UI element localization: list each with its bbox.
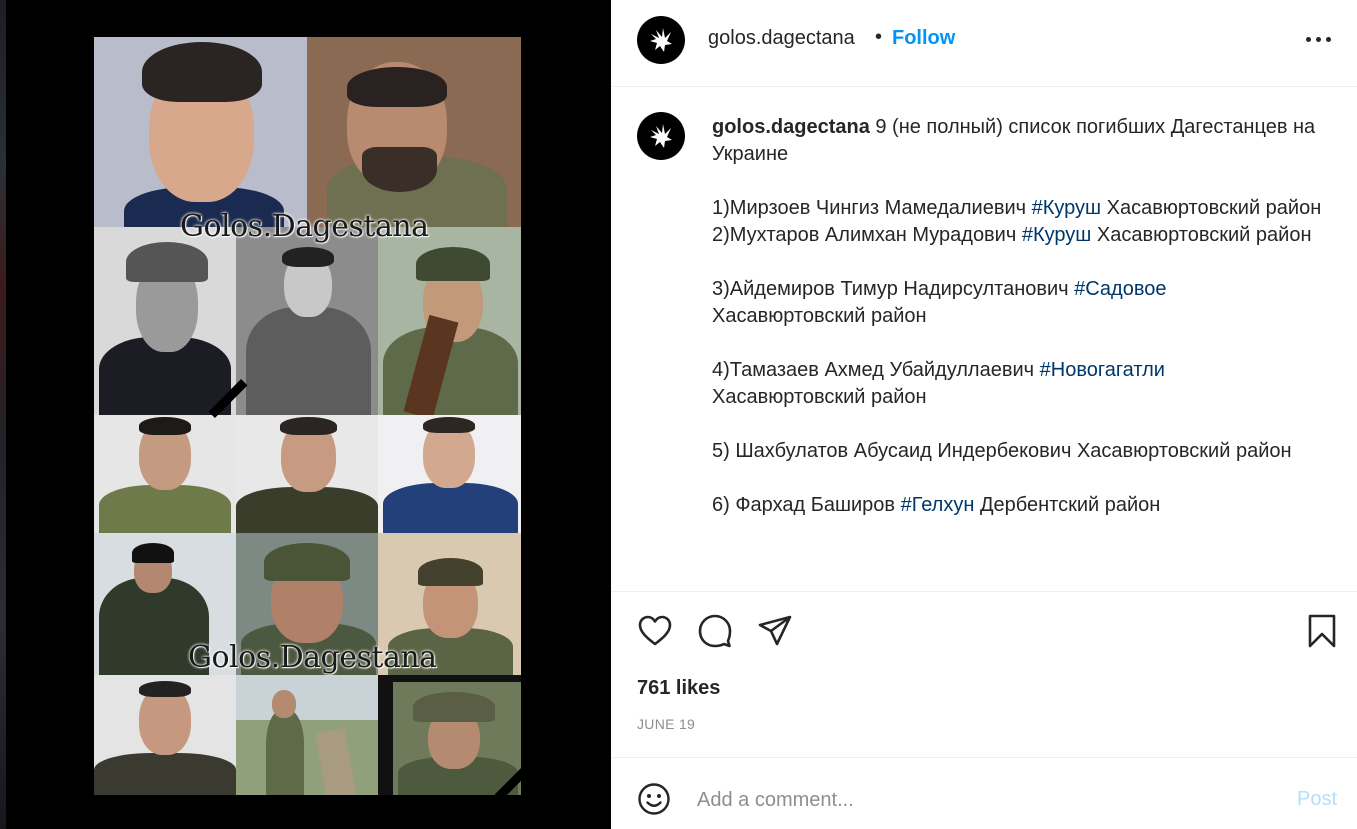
eagle-logo-icon bbox=[650, 124, 672, 148]
header-separator: • bbox=[875, 26, 883, 48]
hashtag-link[interactable]: #Куруш bbox=[1022, 224, 1092, 246]
heart-icon[interactable] bbox=[637, 613, 673, 649]
media-pane: Golos.Dagestana Golos.Dagestana bbox=[0, 0, 611, 829]
eagle-logo-icon bbox=[650, 28, 672, 52]
portrait-tile bbox=[307, 37, 521, 227]
hashtag-link[interactable]: #Куруш bbox=[1032, 197, 1102, 219]
portrait-tile bbox=[94, 415, 236, 533]
portrait-tile bbox=[378, 415, 521, 533]
portrait-tile bbox=[236, 675, 378, 795]
comment-bubble-icon[interactable] bbox=[697, 613, 733, 649]
post-side-panel: golos.dagectana • Follow golos.dagectana… bbox=[611, 0, 1357, 829]
caption-entry: 4)Тамазаев Ахмед Убайдуллаевич #Новогага… bbox=[712, 359, 1165, 408]
header-username[interactable]: golos.dagectana bbox=[708, 27, 855, 50]
portrait-tile bbox=[94, 227, 236, 415]
caption-entry: 5) Шахбулатов Абусаид Индербекович Хасав… bbox=[712, 440, 1292, 462]
comment-input[interactable] bbox=[697, 784, 1267, 816]
follow-button[interactable]: Follow bbox=[892, 27, 955, 50]
portrait-tile bbox=[378, 227, 521, 415]
portrait-tile bbox=[393, 682, 521, 795]
post-actions: 761 likes JUNE 19 bbox=[611, 591, 1357, 757]
portrait-tile bbox=[236, 227, 378, 415]
image-watermark: Golos.Dagestana bbox=[180, 209, 429, 244]
post-comment-button[interactable]: Post bbox=[1297, 788, 1337, 811]
caption-entry: 3)Айдемиров Тимур Надирсултанович #Садов… bbox=[712, 278, 1167, 327]
post-caption: golos.dagectana 9 (не полный) список пог… bbox=[712, 114, 1322, 519]
caption-area[interactable]: golos.dagectana 9 (не полный) список пог… bbox=[611, 88, 1357, 590]
likes-count[interactable]: 761 likes bbox=[637, 677, 720, 700]
avatar[interactable] bbox=[637, 112, 685, 160]
caption-entry: 6) Фархад Баширов #Гелхун Дербентский ра… bbox=[712, 494, 1161, 516]
image-watermark: Golos.Dagestana bbox=[188, 640, 437, 675]
smiley-icon[interactable] bbox=[637, 782, 671, 816]
hashtag-link[interactable]: #Гелхун bbox=[901, 494, 975, 516]
instagram-post: Golos.Dagestana Golos.Dagestana golos.da… bbox=[0, 0, 1357, 829]
comment-bar: Post bbox=[611, 757, 1357, 829]
portrait-tile bbox=[236, 415, 378, 533]
paper-plane-icon[interactable] bbox=[757, 613, 793, 649]
post-date[interactable]: JUNE 19 bbox=[637, 716, 695, 732]
hashtag-link[interactable]: #Новогагатли bbox=[1040, 359, 1165, 381]
post-image-collage[interactable]: Golos.Dagestana Golos.Dagestana bbox=[94, 37, 521, 795]
caption-entry: 2)Мухтаров Алимхан Мурадович #Куруш Хаса… bbox=[712, 224, 1312, 246]
post-header: golos.dagectana • Follow bbox=[611, 0, 1357, 87]
portrait-tile bbox=[94, 675, 236, 795]
caption-entry: 1)Мирзоев Чингиз Мамедалиевич #Куруш Хас… bbox=[712, 197, 1322, 219]
avatar[interactable] bbox=[637, 16, 685, 64]
caption-username[interactable]: golos.dagectana bbox=[712, 116, 870, 138]
hashtag-link[interactable]: #Садовое bbox=[1074, 278, 1166, 300]
more-options-icon[interactable] bbox=[1304, 26, 1334, 52]
background-window-edge bbox=[0, 0, 6, 829]
bookmark-icon[interactable] bbox=[1304, 613, 1340, 649]
portrait-tile bbox=[94, 37, 307, 227]
